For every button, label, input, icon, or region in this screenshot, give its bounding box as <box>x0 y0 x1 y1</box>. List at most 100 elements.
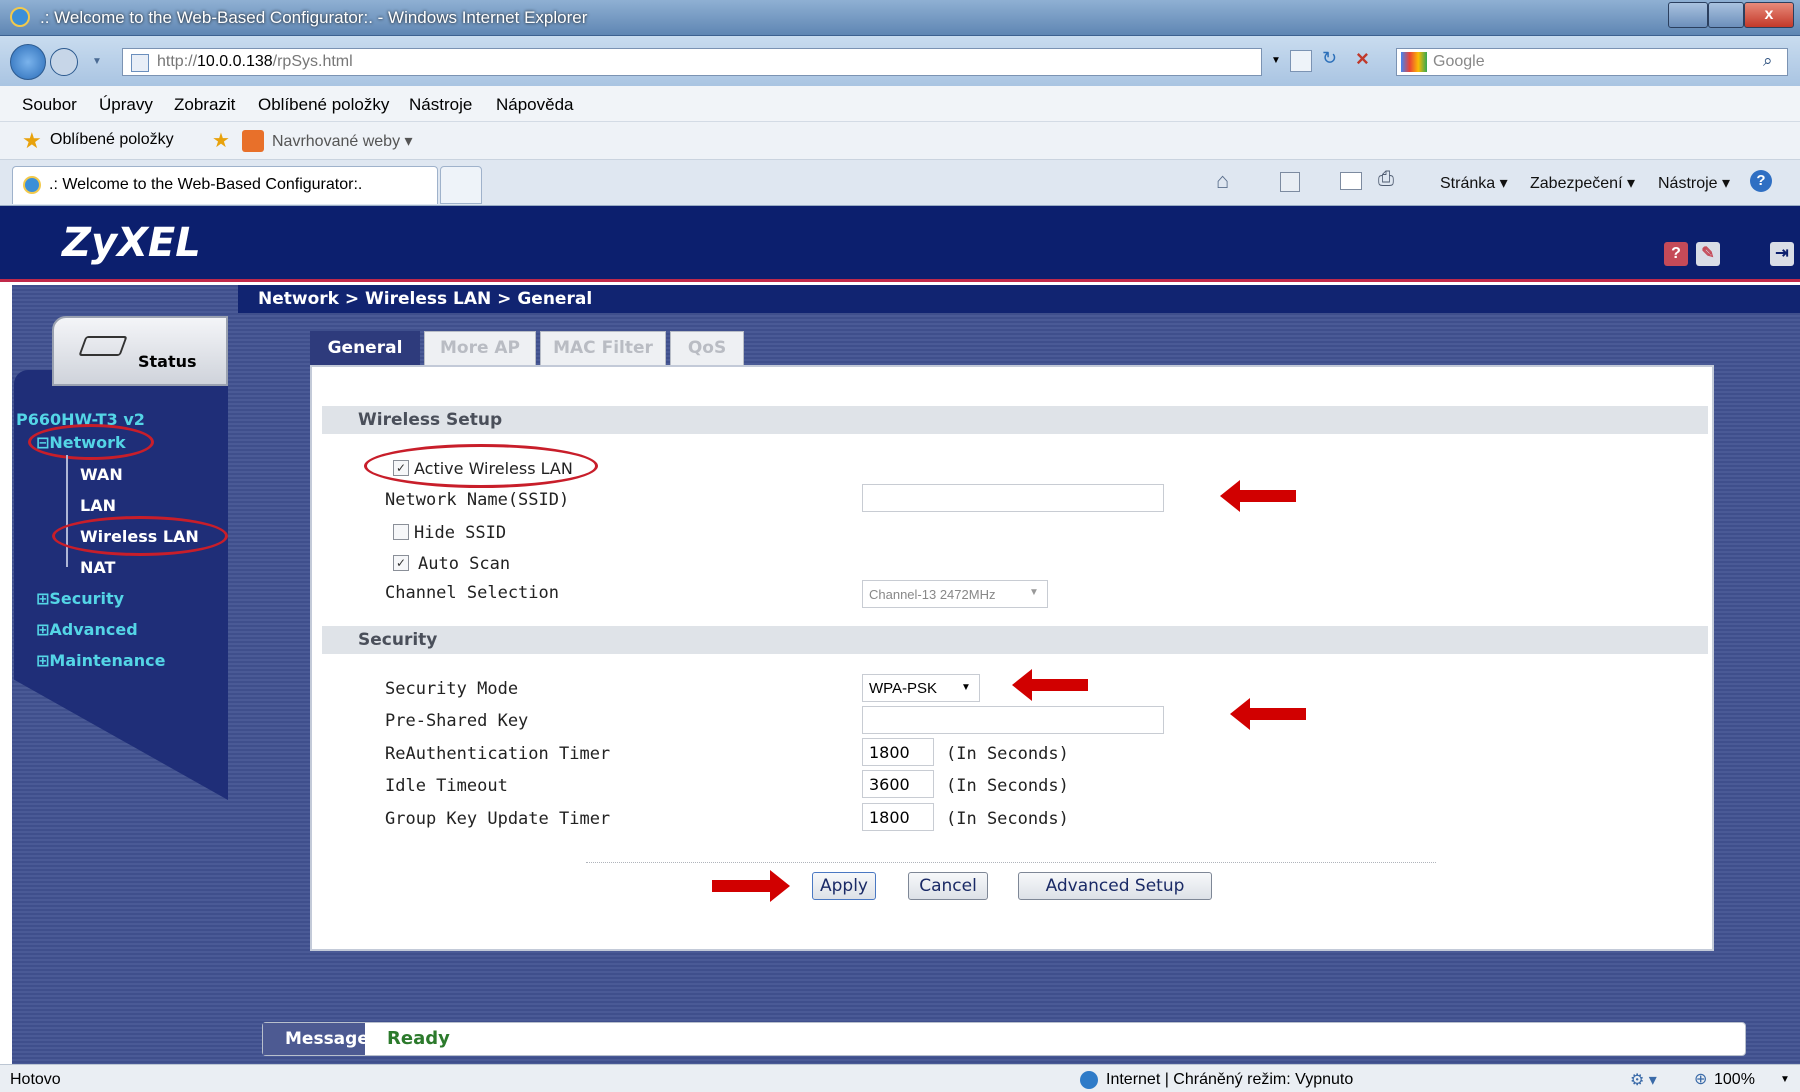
tab-general[interactable]: General <box>310 331 420 365</box>
stop-icon[interactable]: × <box>1356 46 1369 72</box>
menu-favorites[interactable]: Oblíbené položky <box>258 95 389 115</box>
browser-tab-title: .: Welcome to the Web-Based Configurator… <box>49 176 363 193</box>
ssid-input[interactable] <box>862 484 1164 512</box>
protected-mode-icon[interactable]: ⚙ ▾ <box>1630 1070 1657 1090</box>
address-field[interactable]: http://10.0.0.138/rpSys.html ▼ <box>122 48 1281 76</box>
tab-mac-filter[interactable]: MAC Filter <box>540 331 666 365</box>
browser-tab-bar: .: Welcome to the Web-Based Configurator… <box>0 160 1800 206</box>
annotation-arrow-psk <box>1230 698 1306 730</box>
idle-timeout-unit: (In Seconds) <box>946 776 1069 796</box>
favorites-button[interactable]: Oblíbené položky <box>50 131 174 149</box>
router-status-icon <box>78 336 128 356</box>
zoom-icon[interactable]: ⊕ <box>1694 1069 1707 1089</box>
minimize-button[interactable] <box>1668 2 1708 28</box>
status-label: Status <box>138 352 197 371</box>
auto-scan-label: Auto Scan <box>418 554 511 574</box>
menu-edit[interactable]: Úpravy <box>99 95 153 115</box>
recent-pages-dropdown-icon[interactable]: ▼ <box>92 56 102 67</box>
expand-icon: ⊞ <box>36 651 50 670</box>
google-icon <box>1401 52 1427 72</box>
nav-lan[interactable]: LAN <box>80 496 116 515</box>
highlight-network-ellipse <box>28 424 154 460</box>
safety-menu[interactable]: Zabezpečení ▾ <box>1530 173 1635 193</box>
channel-value: Channel-13 2472MHz <box>869 587 996 602</box>
search-placeholder: Google <box>1433 53 1485 70</box>
auto-scan-checkbox[interactable]: ✓ <box>393 555 409 571</box>
address-dropdown-icon[interactable]: ▼ <box>1271 55 1281 66</box>
channel-label: Channel Selection <box>385 583 559 603</box>
refresh-icon[interactable]: ↻ <box>1322 48 1337 69</box>
favorites-star-icon: ★ <box>22 128 42 153</box>
advanced-setup-button[interactable]: Advanced Setup <box>1018 872 1212 900</box>
nav-advanced[interactable]: ⊞Advanced <box>36 620 138 639</box>
page-menu[interactable]: Stránka ▾ <box>1440 173 1508 193</box>
print-icon[interactable]: ⎙ <box>1378 168 1394 191</box>
mail-icon[interactable] <box>1340 172 1362 190</box>
suggested-sites-link[interactable]: Navrhované weby ▾ <box>272 131 413 151</box>
nav-wan[interactable]: WAN <box>80 465 123 484</box>
security-mode-select[interactable]: WPA-PSK ▼ <box>862 674 980 702</box>
zone-text: Internet | Chráněný režim: Vypnuto <box>1106 1071 1354 1088</box>
message-label: Message <box>263 1023 369 1055</box>
address-toolbar: ▼ http://10.0.0.138/rpSys.html ▼ ↻ × Goo… <box>0 36 1800 86</box>
search-box[interactable]: Google ⌕ <box>1396 48 1788 76</box>
expand-icon: ⊞ <box>36 620 50 639</box>
status-button[interactable]: Status <box>52 316 228 386</box>
compat-view-icon[interactable] <box>1290 50 1312 72</box>
nav-maintenance-label: Maintenance <box>49 651 166 670</box>
nav-maintenance[interactable]: ⊞Maintenance <box>36 651 165 670</box>
status-text: Hotovo <box>10 1071 61 1088</box>
annotation-arrow-apply <box>712 870 790 902</box>
reauth-input[interactable]: 1800 <box>862 738 934 766</box>
browser-tab-active[interactable]: .: Welcome to the Web-Based Configurator… <box>12 166 438 204</box>
search-icon[interactable]: ⌕ <box>1763 51 1773 71</box>
router-wizard-icon[interactable]: ✎ <box>1696 242 1720 266</box>
wireless-setup-header: Wireless Setup <box>322 406 1708 434</box>
gku-unit: (In Seconds) <box>946 809 1069 829</box>
security-mode-value: WPA-PSK <box>869 680 938 697</box>
window-title: .: Welcome to the Web-Based Configurator… <box>40 8 588 27</box>
new-tab-button[interactable] <box>440 166 482 204</box>
suggested-sites-icon <box>242 130 264 152</box>
menu-file[interactable]: Soubor <box>22 95 77 115</box>
reauth-unit: (In Seconds) <box>946 744 1069 764</box>
add-favorite-icon[interactable]: ★ <box>212 128 230 153</box>
idle-timeout-input[interactable]: 3600 <box>862 770 934 798</box>
tab-qos[interactable]: QoS <box>670 331 744 365</box>
button-divider <box>586 862 1436 863</box>
menu-view[interactable]: Zobrazit <box>174 95 235 115</box>
nav-security[interactable]: ⊞Security <box>36 589 124 608</box>
back-button[interactable] <box>10 44 46 80</box>
psk-input[interactable] <box>862 706 1164 734</box>
router-help-icon[interactable]: ? <box>1664 242 1688 266</box>
menu-help[interactable]: Nápověda <box>496 95 574 115</box>
security-heading: Security <box>358 630 438 650</box>
tab-more-ap[interactable]: More AP <box>424 331 536 365</box>
close-window-button[interactable]: x <box>1744 2 1794 28</box>
tools-menu[interactable]: Nástroje ▾ <box>1658 173 1730 193</box>
help-icon[interactable]: ? <box>1750 170 1772 192</box>
forward-button[interactable] <box>50 48 78 76</box>
channel-select[interactable]: Channel-13 2472MHz ▼ <box>862 580 1048 608</box>
feeds-icon[interactable] <box>1280 172 1300 192</box>
expand-icon: ⊞ <box>36 589 50 608</box>
nav-nat[interactable]: NAT <box>80 558 115 577</box>
menu-tools[interactable]: Nástroje <box>409 95 472 115</box>
zoom-dropdown-icon[interactable]: ▼ <box>1780 1074 1790 1085</box>
zoom-level[interactable]: 100% <box>1714 1071 1755 1089</box>
ie-logo-icon <box>10 7 30 27</box>
gku-input[interactable]: 1800 <box>862 803 934 831</box>
cancel-button[interactable]: Cancel <box>908 872 988 900</box>
url-text: http://10.0.0.138/rpSys.html <box>157 53 353 70</box>
menu-bar: Soubor Úpravy Zobrazit Oblíbené položky … <box>0 86 1800 122</box>
annotation-arrow-mode <box>1012 669 1088 701</box>
idle-timeout-label: Idle Timeout <box>385 776 508 796</box>
router-logout-icon[interactable]: ⇥ <box>1770 242 1794 266</box>
chevron-down-icon: ▼ <box>1029 587 1039 598</box>
home-icon[interactable]: ⌂ <box>1216 168 1229 194</box>
window-titlebar: .: Welcome to the Web-Based Configurator… <box>0 0 1800 36</box>
hide-ssid-checkbox[interactable] <box>393 524 409 540</box>
apply-button[interactable]: Apply <box>812 872 876 900</box>
chevron-down-icon: ▼ <box>961 682 971 693</box>
maximize-button[interactable] <box>1708 2 1744 28</box>
